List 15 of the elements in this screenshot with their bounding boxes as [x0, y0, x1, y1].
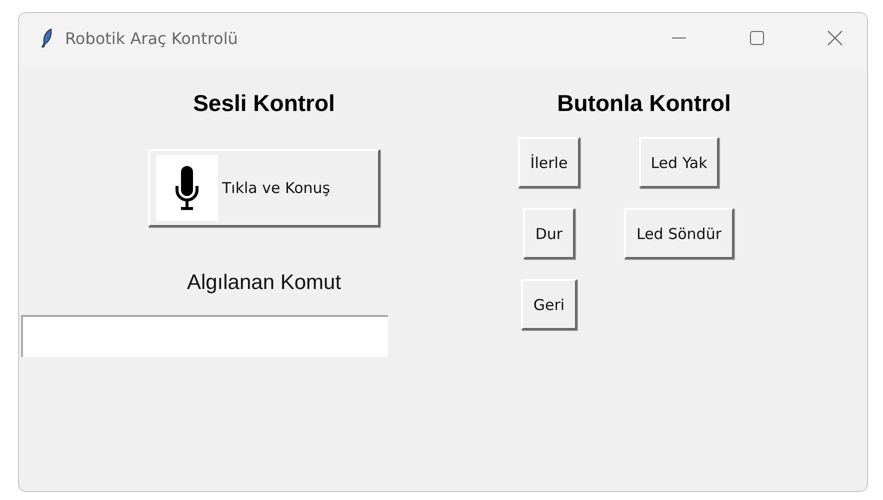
window-title: Robotik Araç Kontrolü [65, 28, 238, 48]
field-label: Algılanan Komut [186, 271, 342, 295]
control-button[interactable]: Led Söndür [624, 208, 734, 259]
maximize-icon[interactable] [749, 30, 765, 46]
feather-icon [41, 28, 53, 48]
control-button[interactable]: Dur [523, 208, 575, 259]
control-button[interactable]: İlerle [518, 137, 580, 188]
command-field[interactable] [20, 315, 388, 357]
microphone-icon [173, 164, 201, 212]
control-button[interactable]: Led Yak [638, 137, 720, 188]
control-button[interactable]: Geri [521, 279, 577, 330]
section-heading: Sesli Kontrol [193, 88, 335, 118]
section-heading: Butonla Kontrol [557, 88, 731, 118]
talk-button[interactable]: Tıkla ve Konuş [148, 149, 380, 227]
close-icon[interactable] [827, 30, 843, 46]
